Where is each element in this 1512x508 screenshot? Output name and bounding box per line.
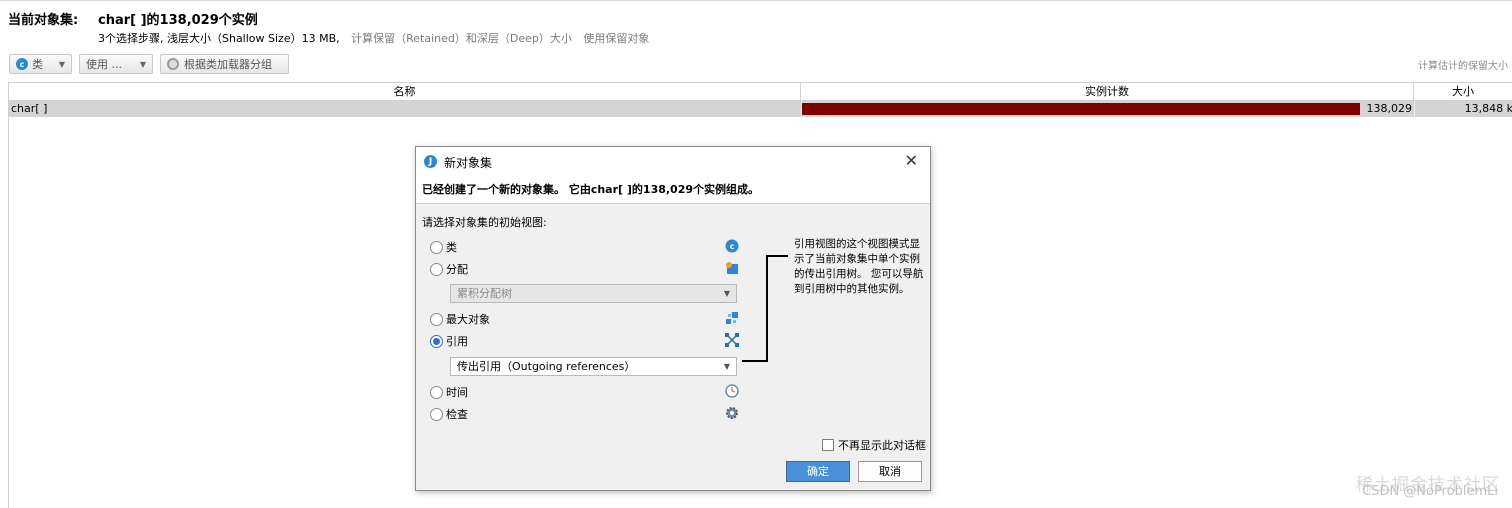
object-set-title: char[ ]的138,029个实例	[98, 13, 258, 28]
description-connector	[766, 255, 788, 257]
chevron-down-icon: ▼	[723, 289, 730, 298]
radio-class[interactable]	[430, 240, 443, 254]
option-biggest-label: 最大对象	[446, 313, 490, 326]
selection-steps: 3个选择步骤, 浅层大小（Shallow Size）13 MB,	[98, 32, 340, 45]
row-count: 138,029	[1366, 102, 1413, 115]
dialog-title: 新对象集	[444, 156, 493, 170]
reference-type-select[interactable]: 传出引用（Outgoing references） ▼	[450, 357, 737, 376]
column-header-name[interactable]: 名称	[9, 83, 801, 101]
clock-icon	[725, 384, 739, 398]
column-header-size[interactable]: 大小	[1414, 83, 1512, 101]
dialog-prompt: 请选择对象集的初始视图:	[422, 216, 547, 229]
option-time-label: 时间	[446, 386, 468, 399]
svg-text:c: c	[730, 242, 735, 251]
instance-count-bar	[802, 103, 1360, 115]
column-header-count[interactable]: 实例计数	[801, 83, 1414, 101]
option-biggest-objects[interactable]: 最大对象	[430, 311, 490, 327]
option-references-label: 引用	[446, 335, 468, 348]
column-header-count-label: 实例计数	[1085, 85, 1129, 98]
class-icon: c	[725, 239, 739, 253]
radio-biggest-objects[interactable]	[430, 312, 443, 326]
dont-show-label: 不再显示此对话框	[838, 439, 926, 452]
group-by-label: 根据类加载器分组	[184, 58, 272, 71]
use-retained-link[interactable]: 使用保留对象	[583, 32, 649, 45]
chevron-down-icon: ▼	[723, 362, 730, 371]
option-allocation-label: 分配	[446, 263, 468, 276]
option-allocation[interactable]: 分配	[430, 261, 468, 277]
radio-allocation[interactable]	[430, 262, 443, 276]
watermark-csdn: CSDN @NoProblemLi	[1362, 484, 1498, 499]
option-inspection-label: 检查	[446, 408, 468, 421]
row-name: char[ ]	[11, 102, 48, 115]
cancel-button[interactable]: 取消	[858, 461, 922, 482]
object-set-label: 当前对象集:	[8, 13, 79, 28]
row-size: 13,848 k	[1464, 102, 1512, 115]
radio-references[interactable]	[430, 334, 443, 348]
close-icon[interactable]: ✕	[905, 151, 918, 170]
radio-inspection[interactable]	[430, 407, 443, 421]
use-label: 使用 ...	[86, 58, 122, 71]
calc-estimate-link[interactable]: 计算估计的保留大小	[1418, 57, 1508, 72]
dont-show-again[interactable]: 不再显示此对话框	[822, 437, 926, 453]
dialog-divider	[416, 203, 930, 204]
dialog-header: J 新对象集 ✕ 已经创建了一个新的对象集。 它由char[ ]的138,029…	[416, 147, 930, 203]
dont-show-checkbox[interactable]	[822, 439, 834, 451]
chevron-down-icon: ▼	[139, 59, 146, 69]
chevron-down-icon: ▼	[58, 59, 65, 69]
description-connector	[766, 255, 768, 361]
gear-icon	[726, 407, 738, 419]
group-by-classloader-button[interactable]: 根据类加载器分组	[160, 54, 289, 74]
app-icon: J	[424, 155, 437, 168]
classloader-icon	[167, 58, 179, 70]
table-row[interactable]: char[ ] 138,029 13,848 k	[9, 101, 1512, 117]
radio-time[interactable]	[430, 385, 443, 399]
ok-button[interactable]: 确定	[786, 461, 850, 482]
dialog-message: 已经创建了一个新的对象集。 它由char[ ]的138,029个实例组成。	[422, 183, 760, 196]
column-divider	[1414, 101, 1415, 117]
option-time[interactable]: 时间	[430, 384, 468, 400]
view-description: 引用视图的这个视图模式显示了当前对象集中单个实例的传出引用树。 您可以导航到引用…	[794, 238, 924, 295]
calc-retained-link[interactable]: 计算保留（Retained）和深层（Deep）大小	[351, 32, 572, 45]
top-divider	[0, 0, 1512, 1]
allocation-icon	[726, 262, 738, 274]
references-icon	[725, 333, 739, 347]
use-dropdown[interactable]: 使用 ... ▼	[79, 54, 153, 74]
reference-type-value: 传出引用（Outgoing references）	[457, 360, 636, 373]
class-icon: c	[16, 58, 28, 70]
description-connector	[742, 360, 768, 362]
option-references[interactable]: 引用	[430, 333, 468, 349]
selection-info: 3个选择步骤, 浅层大小（Shallow Size）13 MB, 计算保留（Re…	[98, 30, 649, 46]
option-class-label: 类	[446, 241, 457, 254]
class-view-dropdown[interactable]: c 类 ▼	[9, 54, 72, 74]
new-object-set-dialog: J 新对象集 ✕ 已经创建了一个新的对象集。 它由char[ ]的138,029…	[415, 146, 931, 491]
allocation-tree-select: 累积分配树 ▼	[450, 284, 737, 303]
allocation-tree-value: 累积分配树	[457, 287, 512, 300]
option-class[interactable]: 类	[430, 239, 457, 255]
class-view-label: 类	[32, 58, 43, 71]
biggest-objects-icon	[726, 312, 738, 324]
column-divider	[801, 101, 802, 117]
option-inspection[interactable]: 检查	[430, 406, 468, 422]
